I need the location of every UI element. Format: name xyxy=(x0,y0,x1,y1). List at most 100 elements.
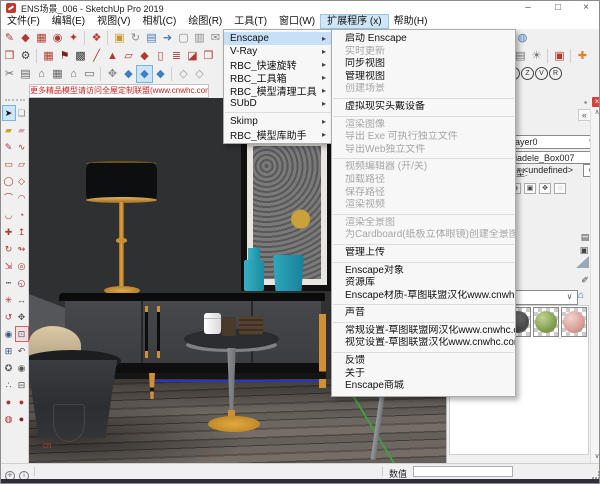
pan-tool-icon[interactable]: ✥ xyxy=(16,310,28,324)
two-point-arc-tool-icon[interactable]: ◠ xyxy=(16,191,28,205)
enscape-about[interactable]: 关于 xyxy=(332,368,515,381)
ext-enscape[interactable]: Enscape▸ xyxy=(224,32,332,45)
tray-close-button[interactable]: × xyxy=(592,97,600,107)
light-icon[interactable]: ✦ xyxy=(66,30,81,46)
material-dropdown-arrow-icon[interactable]: ∨ xyxy=(564,291,575,302)
stamp-icon[interactable]: ❐ xyxy=(201,48,216,64)
resize-grip[interactable] xyxy=(592,471,600,479)
previous-view-tool-icon[interactable]: ↶ xyxy=(16,344,28,358)
column-icon[interactable]: ▯ xyxy=(153,48,168,64)
pie-tool-icon[interactable]: ◔ xyxy=(16,208,28,222)
measurements-input[interactable] xyxy=(413,466,513,477)
ext-subd[interactable]: SUbD▸ xyxy=(224,97,332,110)
printer-icon[interactable]: ▤ xyxy=(144,30,159,46)
enscape-export-web[interactable]: 导出Web独立文件 xyxy=(332,144,515,157)
house-icon[interactable]: ⌂ xyxy=(34,66,49,82)
layers-icon[interactable]: ≣ xyxy=(169,48,184,64)
shield-icon[interactable]: ❖ xyxy=(89,30,104,46)
polygon-tool-icon[interactable]: ◇ xyxy=(16,174,28,188)
menu-draw[interactable]: 绘图(R) xyxy=(182,15,228,28)
zoom-window-tool-icon[interactable]: ⊡ xyxy=(16,327,28,341)
soft-eraser-tool-icon[interactable]: ▰ xyxy=(16,123,28,137)
sync-icon[interactable]: ↻ xyxy=(128,30,143,46)
follow-me-tool-icon[interactable]: ↬ xyxy=(16,242,28,256)
move-cross-icon[interactable]: ✚ xyxy=(575,48,590,64)
enscape-objects[interactable]: Enscape对象 xyxy=(332,265,515,278)
enscape-render-panorama[interactable]: 渲染全景图 xyxy=(332,217,515,230)
document-icon[interactable]: ▢ xyxy=(176,30,191,46)
menu-view[interactable]: 视图(V) xyxy=(91,15,136,28)
rbc-round-icon-4[interactable]: ● xyxy=(16,412,28,426)
promo-banner[interactable]: 更多精品模型请访问全屋定制联盟(www.cnwhc.com) xyxy=(29,84,209,98)
cabinet-icon[interactable]: ▦ xyxy=(50,66,65,82)
rotate-z-icon[interactable]: Z xyxy=(521,67,534,80)
rotate-r-icon[interactable]: R xyxy=(549,67,562,80)
ext-skimp[interactable]: Skimp▸ xyxy=(224,115,332,128)
select-tool-icon[interactable]: ➤ xyxy=(3,106,15,120)
enscape-manage-views[interactable]: 管理视图 xyxy=(332,71,515,84)
enscape-create-scene[interactable]: 创建场景 xyxy=(332,83,515,96)
enscape-save-path[interactable]: 保存路径 xyxy=(332,187,515,200)
zoom-extents-tool-icon[interactable]: ⊞ xyxy=(3,344,15,358)
enscape-materials[interactable]: Enscape材质-草图联盟汉化www.cnwhc.com xyxy=(332,290,515,303)
orbit-tool-icon[interactable]: ↺ xyxy=(3,310,15,324)
toolbar-drag-handle[interactable] xyxy=(5,99,25,105)
move-tool-icon[interactable]: ✚ xyxy=(3,225,15,239)
grid-icon[interactable]: ▦ xyxy=(34,30,49,46)
enscape-manage-uploads[interactable]: 管理上传 xyxy=(332,247,515,260)
enscape-vr-headset[interactable]: 虚拟现实头戴设备 xyxy=(332,101,515,114)
enscape-start[interactable]: 启动 Enscape xyxy=(332,33,515,46)
dark-box-icon[interactable]: ▩ xyxy=(73,48,88,64)
window-frame-icon[interactable]: ▦ xyxy=(41,48,56,64)
sun-icon[interactable]: ☀ xyxy=(529,48,544,64)
position-camera-tool-icon[interactable]: ✪ xyxy=(3,361,15,375)
enscape-live-update[interactable]: 实时更新 xyxy=(332,46,515,59)
menu-camera[interactable]: 相机(C) xyxy=(136,15,182,28)
close-button[interactable]: × xyxy=(573,1,599,15)
material-swatch-green[interactable] xyxy=(533,307,559,337)
menu-tools[interactable]: 工具(T) xyxy=(228,15,273,28)
rbc-round-icon-1[interactable]: ● xyxy=(3,395,15,409)
material-swatch-pink[interactable] xyxy=(561,307,587,337)
scroll-down-icon[interactable]: ∨ xyxy=(592,452,600,462)
globe-icon[interactable]: ◍ xyxy=(515,30,530,46)
enscape-general-settings[interactable]: 常规设置-草图联盟网汉化www.cnwhc.com xyxy=(332,325,515,338)
model-box-icon[interactable]: ▣ xyxy=(578,245,590,256)
rotate-v-icon[interactable]: V xyxy=(535,67,548,80)
protractor-tool-icon[interactable]: ◵ xyxy=(16,276,28,290)
ext-vray[interactable]: V-Ray▸ xyxy=(224,45,332,58)
lasso-tool-icon[interactable]: ❏ xyxy=(16,106,28,120)
folder-icon[interactable]: ▥ xyxy=(192,30,207,46)
tray-pin-icon[interactable]: ▪ xyxy=(581,98,590,107)
plane-icon[interactable]: ▱ xyxy=(121,48,136,64)
flag-icon[interactable]: ⚑ xyxy=(57,48,72,64)
book-icon[interactable]: ▤ xyxy=(18,66,33,82)
eraser-tool-icon[interactable]: ▰ xyxy=(3,123,15,137)
enscape-render-image[interactable]: 渲染图像 xyxy=(332,119,515,132)
ext-rbc-model-library[interactable]: RBC_模型库助手▸ xyxy=(224,128,332,141)
cone-icon[interactable]: ▲ xyxy=(105,48,120,64)
zoom-tool-icon[interactable]: ◉ xyxy=(3,327,15,341)
scale-tool-icon[interactable]: ⇲ xyxy=(3,259,15,273)
tape-measure-tool-icon[interactable]: ┅ xyxy=(3,276,15,290)
arc-tool-icon[interactable]: ⌒ xyxy=(3,191,15,205)
enscape-asset-library[interactable]: 资源库 xyxy=(332,277,515,290)
rbc-round-icon-3[interactable]: ◍ xyxy=(3,412,15,426)
push-pull-tool-icon[interactable]: ↥ xyxy=(16,225,28,239)
library-box-icon[interactable]: ▣ xyxy=(112,30,127,46)
blue-sphere-icon[interactable]: ◆ xyxy=(121,66,136,82)
menu-extensions[interactable]: 扩展程序 (x) xyxy=(321,15,387,28)
enscape-feedback[interactable]: 反馈 xyxy=(332,355,515,368)
blue-sphere-selected-icon[interactable]: ◆ xyxy=(137,66,152,82)
circle-icon[interactable]: ◉ xyxy=(50,30,65,46)
circle-tool-icon[interactable]: ◯ xyxy=(3,174,15,188)
shape-icon[interactable]: ◆ xyxy=(18,30,33,46)
ext-rbc-toolbox[interactable]: RBC_工具箱▸ xyxy=(224,71,332,84)
material-box-icon[interactable]: ◪ xyxy=(185,48,200,64)
scroll-up-icon[interactable]: ∧ xyxy=(592,108,600,118)
three-point-arc-tool-icon[interactable]: ◡ xyxy=(3,208,15,222)
menu-help[interactable]: 帮助(H) xyxy=(388,15,434,28)
maximize-button[interactable]: □ xyxy=(545,1,571,15)
white-poly-icon[interactable]: ◇ xyxy=(192,66,207,82)
ext-rbc-model-cleanup[interactable]: RBC_模型清理工具▸ xyxy=(224,84,332,97)
